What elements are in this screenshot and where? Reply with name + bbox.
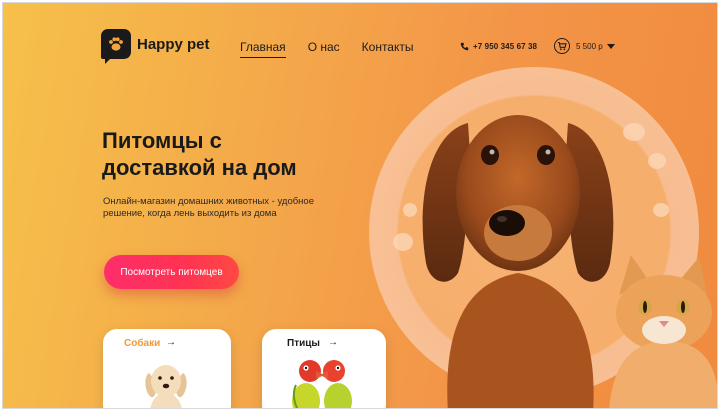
category-card-dogs[interactable]: Собаки →	[103, 329, 231, 408]
cat-image	[609, 255, 717, 408]
paw-print-decoration	[653, 203, 669, 217]
cart-icon	[554, 38, 570, 54]
arrow-right-icon: →	[166, 337, 176, 348]
hero-title-line1: Питомцы с	[102, 128, 222, 153]
category-card-birds[interactable]: Птицы →	[262, 329, 386, 408]
page: Happy pet Главная О нас Контакты +7 950 …	[2, 2, 718, 409]
cart-total: 5 500 р	[576, 41, 603, 51]
phone-icon	[460, 42, 469, 51]
arrow-right-icon: →	[328, 337, 338, 348]
category-label: Собаки	[124, 338, 161, 349]
paw-print-decoration	[648, 153, 666, 169]
logo[interactable]: Happy pet	[101, 29, 210, 64]
nav-about[interactable]: О нас	[308, 40, 340, 58]
cart[interactable]: 5 500 р	[554, 38, 615, 54]
hero-title-line2: доставкой на дом	[102, 155, 297, 180]
main-nav: Главная О нас Контакты	[240, 40, 414, 58]
caret-down-icon[interactable]	[606, 43, 615, 49]
logo-text: Happy pet	[137, 35, 210, 53]
view-pets-button[interactable]: Посмотреть питомцев	[104, 255, 239, 289]
dog-thumbnail-image	[145, 365, 187, 408]
birds-thumbnail-image	[292, 360, 352, 408]
phone-number: +7 950 345 67 38	[473, 42, 538, 51]
nav-contacts[interactable]: Контакты	[362, 40, 414, 58]
paw-logo-icon	[101, 29, 131, 64]
dog-image	[422, 115, 614, 408]
category-label: Птицы	[287, 338, 320, 349]
nav-home[interactable]: Главная	[240, 40, 286, 58]
hero-subtitle: Онлайн-магазин домашних животных - удобн…	[103, 196, 314, 219]
hero-title: Питомцы с доставкой на дом	[102, 127, 402, 181]
phone-contact[interactable]: +7 950 345 67 38	[460, 42, 537, 51]
